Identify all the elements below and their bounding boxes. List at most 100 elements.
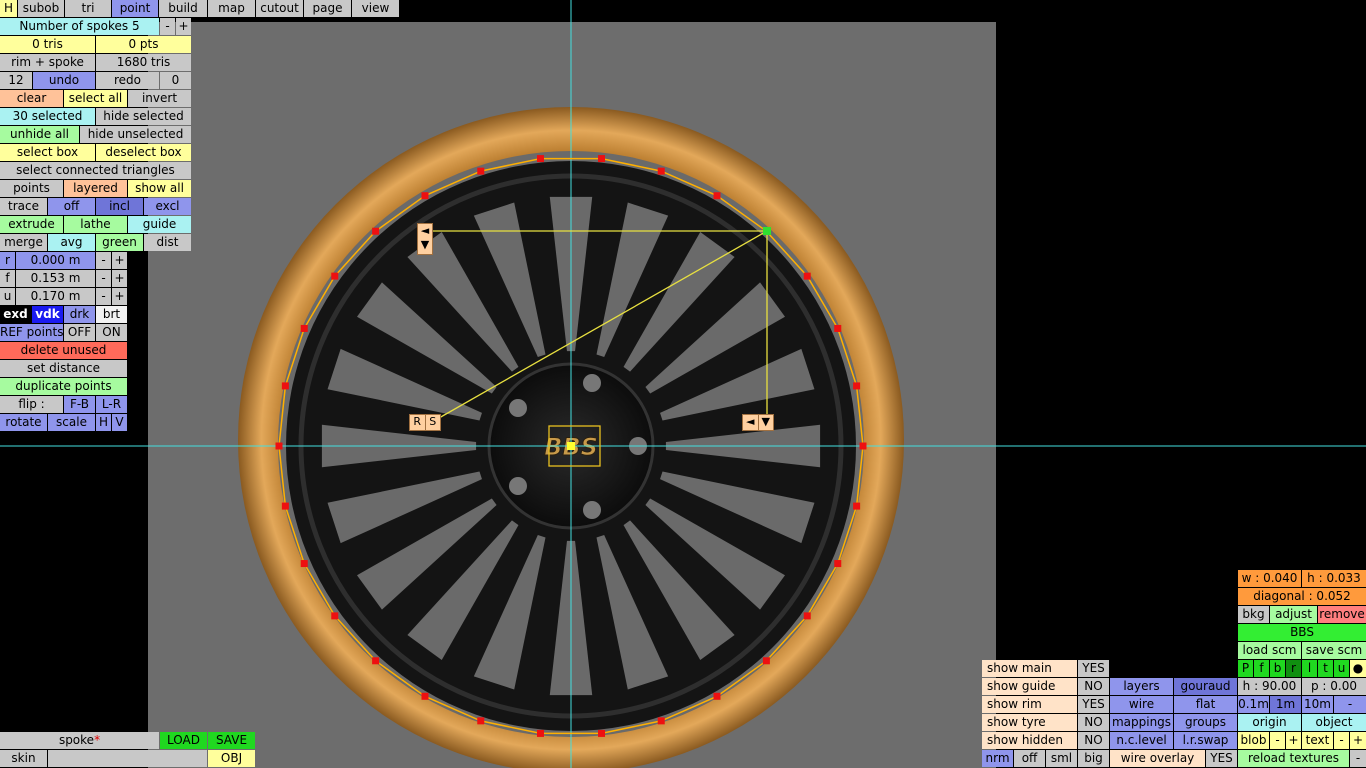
wire-button[interactable]: wire <box>1110 696 1173 713</box>
scale-handle[interactable]: S <box>426 415 441 430</box>
trace-incl-button[interactable]: incl <box>96 198 143 215</box>
show-rim-toggle[interactable]: YES <box>1078 696 1109 713</box>
reload-minus-button[interactable]: - <box>1350 750 1366 767</box>
selected-point[interactable] <box>859 442 867 450</box>
view-r-button[interactable]: r <box>1286 660 1301 677</box>
selected-point[interactable] <box>372 227 380 235</box>
selected-point[interactable] <box>275 442 283 450</box>
v-button[interactable]: V <box>112 414 127 431</box>
selected-point[interactable] <box>281 502 289 510</box>
wire-overlay-toggle[interactable]: YES <box>1206 750 1237 767</box>
avg-button[interactable]: avg <box>48 234 95 251</box>
mappings-button[interactable]: mappings <box>1110 714 1173 731</box>
selected-point[interactable] <box>834 560 842 568</box>
selected-point[interactable] <box>598 155 606 163</box>
flip-fb-button[interactable]: F-B <box>64 396 95 413</box>
invert-button[interactable]: invert <box>128 90 191 107</box>
blob-plus-button[interactable]: + <box>1286 732 1301 749</box>
selected-point[interactable] <box>803 612 811 620</box>
ref-off-button[interactable]: OFF <box>64 324 95 341</box>
selected-point[interactable] <box>536 729 544 737</box>
sml-button[interactable]: sml <box>1046 750 1077 767</box>
spokes-count[interactable]: Number of spokes 5 <box>0 18 159 35</box>
trace-excl-button[interactable]: excl <box>144 198 191 215</box>
load-scm-button[interactable]: load scm <box>1238 642 1301 659</box>
show-main-toggle[interactable]: YES <box>1078 660 1109 677</box>
selected-point[interactable] <box>281 382 289 390</box>
gizmo-arrow-handle-left[interactable]: ◄ ▼ <box>417 223 433 255</box>
drk-button[interactable]: drk <box>64 306 95 323</box>
origin-button[interactable]: origin <box>1238 714 1301 731</box>
pitch-readout[interactable]: p : 0.00 <box>1302 678 1366 695</box>
big-button[interactable]: big <box>1078 750 1109 767</box>
selected-point[interactable] <box>713 692 721 700</box>
menu-map[interactable]: map <box>208 0 255 17</box>
menu-view[interactable]: view <box>352 0 399 17</box>
bkg-button[interactable]: bkg <box>1238 606 1269 623</box>
rotate-button[interactable]: rotate <box>0 414 47 431</box>
layered-button[interactable]: layered <box>64 180 127 197</box>
duplicate-points-button[interactable]: duplicate points <box>0 378 127 395</box>
view-t-button[interactable]: t <box>1318 660 1333 677</box>
points-button[interactable]: points <box>0 180 63 197</box>
dist-button[interactable]: dist <box>144 234 191 251</box>
background-name[interactable]: BBS <box>1238 624 1366 641</box>
menu-build[interactable]: build <box>159 0 207 17</box>
layers-button[interactable]: layers <box>1110 678 1173 695</box>
selected-point[interactable] <box>331 612 339 620</box>
gizmo-rs-handle[interactable]: R S <box>409 414 441 431</box>
f-value[interactable]: 0.153 m <box>16 270 95 287</box>
rim-spoke-button[interactable]: rim + spoke <box>0 54 95 71</box>
gouraud-button[interactable]: gouraud <box>1174 678 1237 695</box>
save-button[interactable]: SAVE <box>208 732 255 749</box>
deselect-box-button[interactable]: deselect box <box>96 144 191 161</box>
load-button[interactable]: LOAD <box>160 732 207 749</box>
h-button[interactable]: H <box>96 414 111 431</box>
u-minus-button[interactable]: - <box>96 288 111 305</box>
selected-point[interactable] <box>421 692 429 700</box>
ref-on-button[interactable]: ON <box>96 324 127 341</box>
adjust-button[interactable]: adjust <box>1270 606 1317 623</box>
rotate-handle[interactable]: R <box>410 415 426 430</box>
guide-button[interactable]: guide <box>128 216 191 233</box>
selected-point[interactable] <box>713 192 721 200</box>
gizmo-center-point[interactable] <box>567 442 575 450</box>
nclevel-button[interactable]: n.c.level <box>1110 732 1173 749</box>
selected-point[interactable] <box>853 382 861 390</box>
merge-button[interactable]: merge <box>0 234 47 251</box>
spokes-minus-button[interactable]: - <box>160 18 175 35</box>
select-all-button[interactable]: select all <box>64 90 127 107</box>
show-tyre-toggle[interactable]: NO <box>1078 714 1109 731</box>
green-button[interactable]: green <box>96 234 143 251</box>
menu-tri[interactable]: tri <box>65 0 111 17</box>
menu-cutout[interactable]: cutout <box>256 0 303 17</box>
view-u-button[interactable]: u <box>1334 660 1349 677</box>
selected-point[interactable] <box>300 324 308 332</box>
selected-point[interactable] <box>331 272 339 280</box>
menu-point[interactable]: point <box>112 0 158 17</box>
lathe-button[interactable]: lathe <box>64 216 127 233</box>
extrude-button[interactable]: extrude <box>0 216 63 233</box>
selected-point[interactable] <box>657 167 665 175</box>
selected-point[interactable] <box>372 657 380 665</box>
selected-point[interactable] <box>657 717 665 725</box>
r-plus-button[interactable]: + <box>112 252 127 269</box>
f-plus-button[interactable]: + <box>112 270 127 287</box>
object-name[interactable]: spoke* <box>0 732 159 749</box>
menu-page[interactable]: page <box>304 0 351 17</box>
view-p-button[interactable]: P <box>1238 660 1253 677</box>
selected-point[interactable] <box>762 657 770 665</box>
selected-point[interactable] <box>803 272 811 280</box>
selected-point[interactable] <box>477 167 485 175</box>
selected-point[interactable] <box>853 502 861 510</box>
view-dot-button[interactable]: ● <box>1350 660 1366 677</box>
skin-field[interactable] <box>48 750 207 767</box>
obj-button[interactable]: OBJ <box>208 750 255 767</box>
undo-button[interactable]: undo <box>33 72 95 89</box>
brt-button[interactable]: brt <box>96 306 127 323</box>
trace-button[interactable]: trace <box>0 198 47 215</box>
save-scm-button[interactable]: save scm <box>1302 642 1366 659</box>
scale-button[interactable]: scale <box>48 414 95 431</box>
vdk-button[interactable]: vdk <box>32 306 63 323</box>
step-01m-button[interactable]: 0.1m <box>1238 696 1269 713</box>
